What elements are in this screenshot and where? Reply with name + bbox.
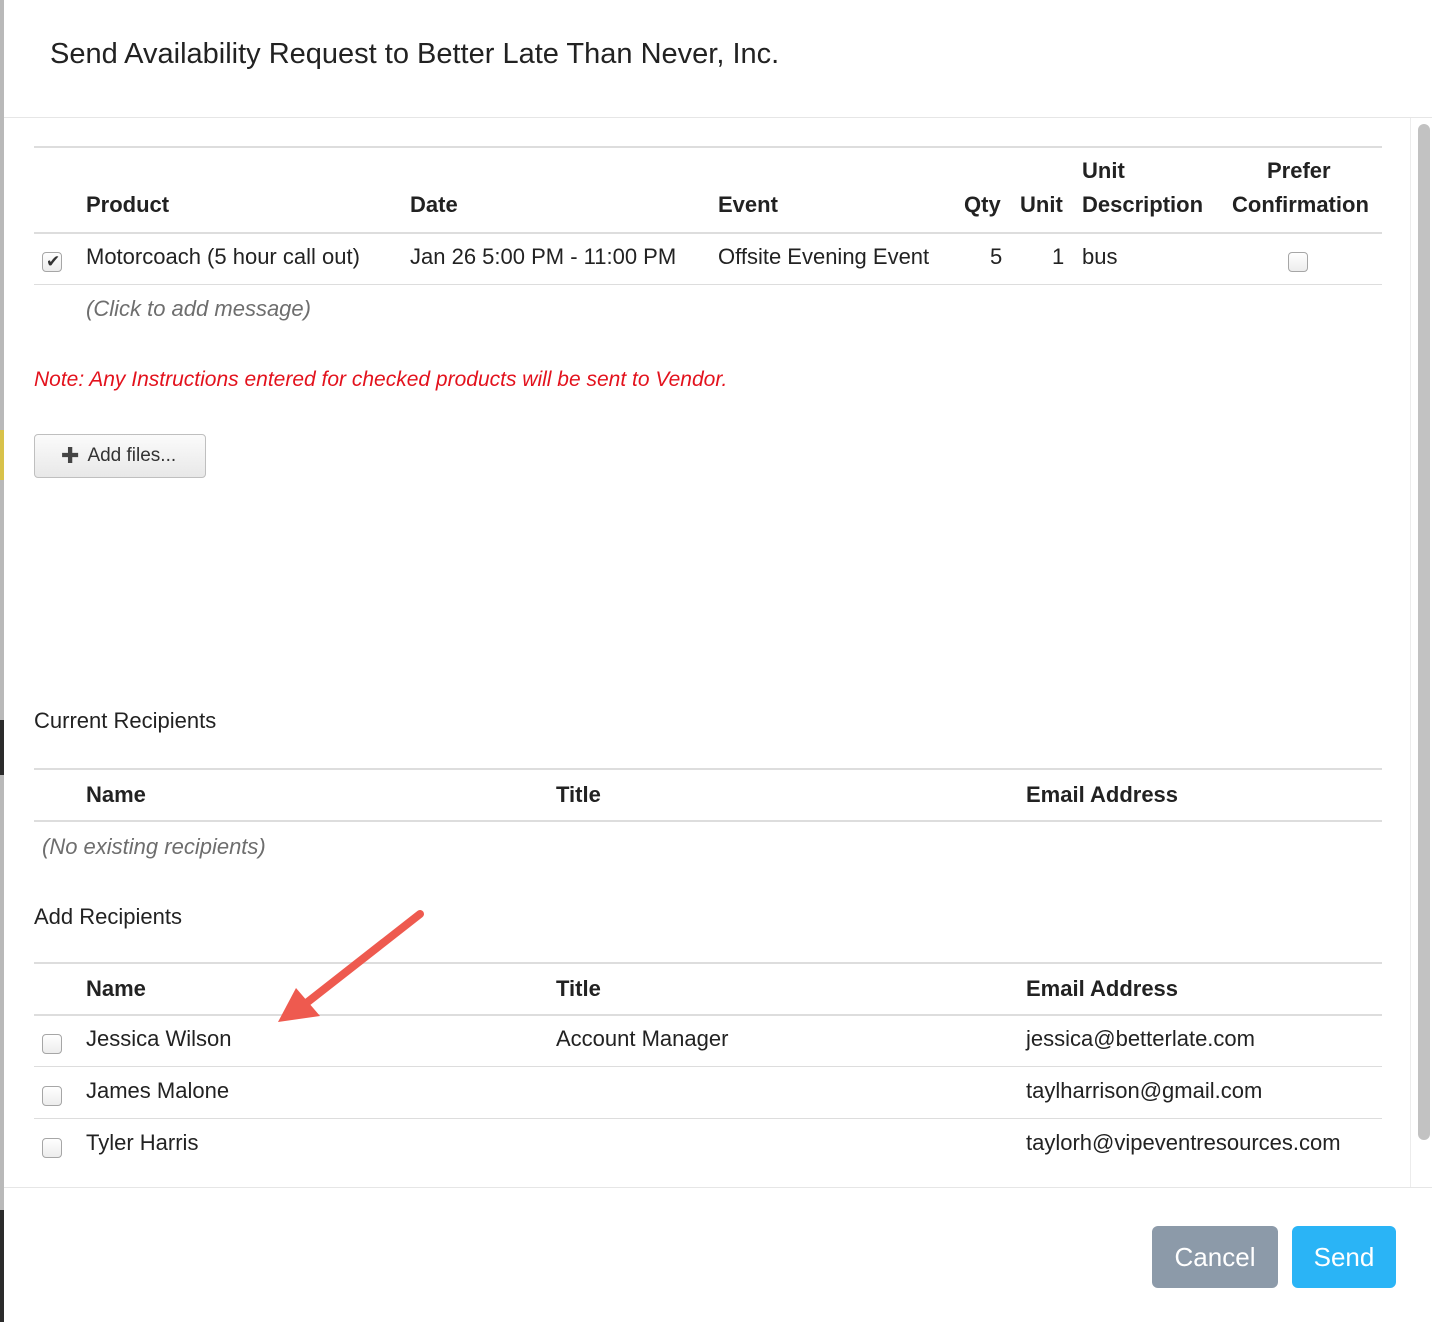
- dialog-footer: Cancel Send: [4, 1189, 1432, 1322]
- add-message-link[interactable]: (Click to add message): [86, 296, 311, 322]
- col-header-email: Email Address: [1026, 782, 1179, 807]
- recipient-name: Tyler Harris: [86, 1130, 199, 1155]
- product-qty: 5: [990, 244, 1003, 269]
- col-header-name: Name: [86, 782, 146, 807]
- cancel-button[interactable]: Cancel: [1152, 1226, 1278, 1288]
- product-event: Offsite Evening Event: [718, 244, 930, 269]
- table-top-border: [34, 962, 1382, 964]
- row-border: [34, 1118, 1382, 1119]
- add-recipients-title: Add Recipients: [34, 904, 182, 929]
- send-button[interactable]: Send: [1292, 1226, 1396, 1288]
- current-recipients-title: Current Recipients: [34, 708, 217, 733]
- add-recipients-table: Name Title Email Address Jessica Wilson …: [34, 962, 1382, 1182]
- dialog-header: Send Availability Request to Better Late…: [4, 0, 1432, 118]
- recipient-checkbox-james-malone[interactable]: [42, 1086, 62, 1106]
- col-header-prefer-confirmation-2: Confirmation: [1232, 192, 1369, 217]
- prefer-confirmation-checkbox[interactable]: [1288, 252, 1308, 272]
- col-header-prefer-confirmation-1: Prefer: [1267, 158, 1331, 183]
- header-border: [34, 820, 1382, 822]
- col-header-name: Name: [86, 976, 146, 1001]
- dialog-body[interactable]: Product Date Event Qty Unit Unit Descrip…: [4, 118, 1432, 1188]
- header-border: [34, 232, 1382, 234]
- vendor-instructions-note: Note: Any Instructions entered for check…: [34, 368, 728, 391]
- product-name: Motorcoach (5 hour call out): [86, 244, 360, 269]
- col-header-unit-description-1: Unit: [1082, 158, 1125, 183]
- recipient-checkbox-jessica-wilson[interactable]: [42, 1034, 62, 1054]
- current-recipients-table: Name Title Email Address (No existing re…: [34, 768, 1382, 868]
- table-top-border: [34, 146, 1382, 148]
- add-files-button[interactable]: ✚ Add files...: [34, 434, 206, 478]
- product-date: Jan 26 5:00 PM - 11:00 PM: [410, 244, 677, 269]
- recipient-title: Account Manager: [556, 1026, 729, 1051]
- row-border: [34, 284, 1382, 285]
- recipient-email: taylorh@vipeventresources.com: [1026, 1130, 1341, 1155]
- col-header-email: Email Address: [1026, 976, 1179, 1001]
- col-header-title: Title: [556, 976, 601, 1001]
- col-header-qty: Qty: [964, 192, 1001, 217]
- no-recipients-text: (No existing recipients): [42, 834, 266, 859]
- col-header-date: Date: [410, 192, 458, 217]
- products-table: Product Date Event Qty Unit Unit Descrip…: [34, 146, 1382, 286]
- row-border: [34, 1066, 1382, 1067]
- arrow-icon: [278, 910, 424, 1022]
- col-header-title: Title: [556, 782, 601, 807]
- product-select-checkbox[interactable]: ✔: [42, 252, 62, 272]
- col-header-event: Event: [718, 192, 778, 217]
- body-scrollbar[interactable]: [1410, 118, 1432, 1187]
- recipient-email: taylharrison@gmail.com: [1026, 1078, 1263, 1103]
- col-header-unit-description-2: Description: [1082, 192, 1204, 217]
- dialog-title: Send Availability Request to Better Late…: [50, 38, 780, 70]
- recipient-checkbox-tyler-harris[interactable]: [42, 1138, 62, 1158]
- checkmark-icon: ✔: [46, 252, 61, 271]
- header-border: [34, 1014, 1382, 1016]
- col-header-product: Product: [86, 192, 170, 217]
- recipient-name: Jessica Wilson: [86, 1026, 232, 1051]
- col-header-unit: Unit: [1020, 192, 1063, 217]
- recipient-name: James Malone: [86, 1078, 230, 1103]
- product-unit-description: bus: [1082, 244, 1118, 269]
- product-unit: 1: [1052, 244, 1065, 269]
- table-top-border: [34, 768, 1382, 770]
- recipient-email: jessica@betterlate.com: [1026, 1026, 1255, 1051]
- scrollbar-thumb[interactable]: [1418, 124, 1430, 1140]
- availability-request-dialog: Send Availability Request to Better Late…: [4, 0, 1432, 1322]
- plus-icon: ✚: [61, 443, 80, 468]
- add-files-label: Add files...: [87, 445, 177, 466]
